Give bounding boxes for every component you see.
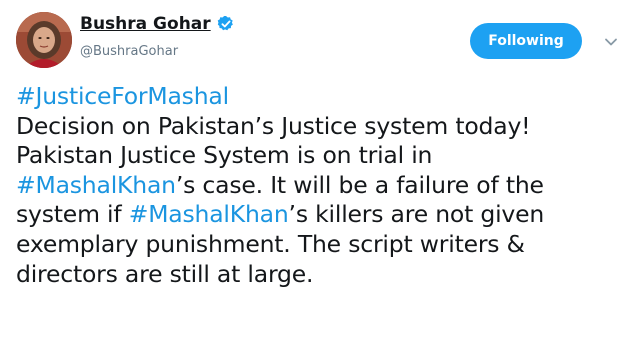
tweet-text-segment: exemplary punishment. The script writers… [16, 229, 525, 258]
verified-badge-icon [217, 15, 235, 33]
tweet-text-line: exemplary punishment. The script writers… [16, 230, 631, 260]
hashtag-link[interactable]: #MashalKhan [16, 171, 176, 199]
author-name-row: Bushra Gohar [80, 14, 235, 34]
avatar[interactable] [16, 12, 72, 68]
author-handle[interactable]: @BushraGohar [80, 44, 178, 59]
hashtag-link[interactable]: #JusticeForMashal [16, 82, 229, 110]
tweet-text-segment: directors are still at large. [16, 259, 314, 288]
chevron-down-icon[interactable] [604, 34, 618, 48]
following-button[interactable]: Following [470, 23, 582, 59]
tweet-text-line: #MashalKhan’s case. It will be a failure… [16, 171, 631, 201]
tweet-text-segment: ’s case. It will be a failure of the [175, 170, 544, 199]
tweet-text-line: Pakistan Justice System is on trial in [16, 141, 631, 171]
hashtag-link[interactable]: #MashalKhan [129, 200, 289, 228]
tweet-text-segment: Pakistan Justice System is on trial in [16, 141, 433, 170]
tweet-text-line: directors are still at large. [16, 260, 631, 290]
author-display-name[interactable]: Bushra Gohar [80, 14, 211, 34]
tweet-text-line: system if #MashalKhan’s killers are not … [16, 200, 631, 230]
tweet-text-segment: ’s killers are not given [288, 200, 545, 229]
tweet-text-segment: system if [16, 200, 129, 229]
tweet-text-segment: Decision on Pakistan’s Justice system to… [16, 111, 531, 140]
tweet-text-line: #JusticeForMashal [16, 82, 631, 112]
tweet-card: Bushra Gohar @BushraGohar Following #Jus… [0, 0, 640, 342]
tweet-text: #JusticeForMashal Decision on Pakistan’s … [16, 82, 631, 289]
tweet-text-line: Decision on Pakistan’s Justice system to… [16, 112, 631, 142]
